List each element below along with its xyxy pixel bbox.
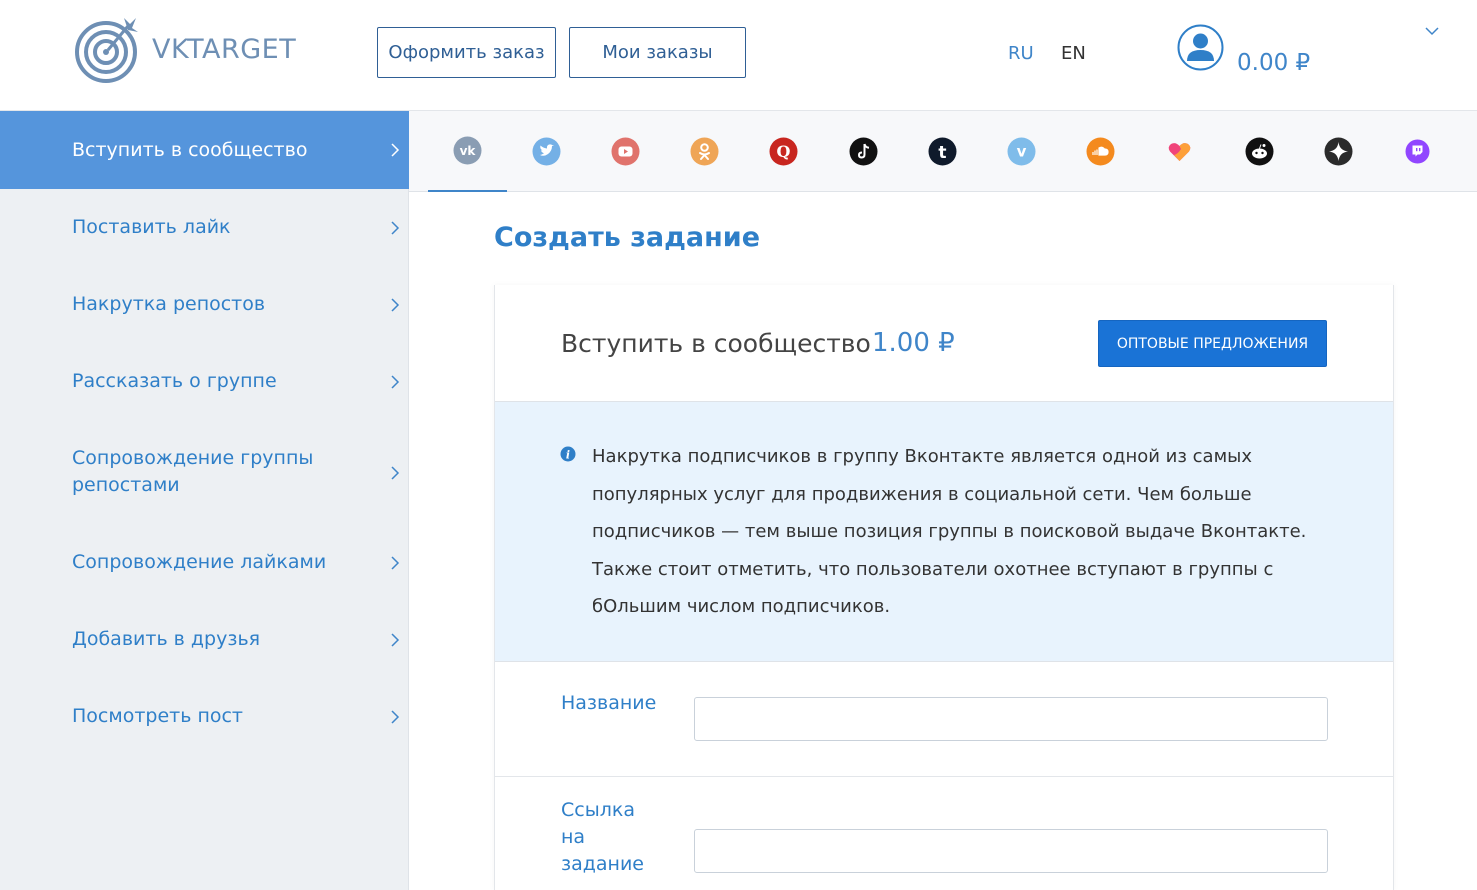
svg-text:t: t	[938, 143, 946, 163]
task-link-input[interactable]	[694, 829, 1328, 873]
twitch-icon	[1405, 139, 1430, 164]
svg-text:vk: vk	[460, 144, 477, 158]
tab-twitch[interactable]	[1378, 111, 1457, 192]
soundcloud-icon	[1086, 137, 1115, 166]
tab-tiktok[interactable]	[824, 111, 903, 192]
chevron-down-icon[interactable]	[1425, 26, 1439, 36]
sidebar-item-join-community[interactable]: Вступить в сообщество	[0, 111, 409, 189]
sidebar: Вступить в сообщество Поставить лайк Нак…	[0, 111, 409, 890]
create-task-card: Вступить в сообщество 1.00 ₽ ОПТОВЫЕ ПРЕ…	[494, 285, 1394, 890]
header: VKTARGET Оформить заказ Мои заказы RU EN…	[0, 0, 1477, 111]
vimeo-icon: v	[1007, 137, 1036, 166]
chevron-right-icon	[391, 556, 400, 570]
tab-twitter[interactable]	[507, 111, 586, 192]
sidebar-item-tell-about-group[interactable]: Рассказать о группе	[0, 343, 409, 420]
social-network-tabs: vk Q t v	[409, 111, 1477, 192]
service-price: 1.00 ₽	[872, 328, 955, 358]
zen-icon	[1324, 137, 1353, 166]
name-field-row: Название	[495, 662, 1393, 777]
tab-vimeo[interactable]: v	[982, 111, 1061, 192]
my-orders-button[interactable]: Мои заказы	[569, 27, 746, 78]
target-logo-icon	[75, 18, 138, 83]
tab-vk[interactable]: vk	[428, 111, 507, 192]
reddit-icon	[1245, 137, 1274, 166]
name-input[interactable]	[694, 697, 1328, 741]
balance-amount: 0.00 ₽	[1237, 50, 1311, 76]
svg-text:i: i	[566, 449, 570, 462]
chevron-right-icon	[391, 375, 400, 389]
info-box: i Накрутка подписчиков в группу Вконтакт…	[495, 402, 1393, 662]
info-icon: i	[560, 446, 576, 462]
sidebar-item-label: Накрутка репостов	[72, 293, 266, 315]
page-title: Создать задание	[494, 222, 761, 253]
odnoklassniki-icon	[690, 137, 719, 166]
tiktok-icon	[849, 137, 878, 166]
name-field-label: Название	[561, 692, 657, 714]
sidebar-item-label: Сопровождение группы репостами	[72, 447, 314, 496]
tab-zen[interactable]	[1299, 111, 1378, 192]
chevron-right-icon	[391, 466, 400, 480]
tab-youtube[interactable]	[586, 111, 665, 192]
link-field-row: Ссылка на задание	[495, 777, 1393, 890]
sidebar-item-likes-support[interactable]: Сопровождение лайками	[0, 524, 409, 601]
sidebar-item-label: Поставить лайк	[72, 216, 231, 238]
tab-reddit[interactable]	[1220, 111, 1299, 192]
logo[interactable]: VKTARGET	[74, 14, 296, 84]
link-field-label: Ссылка на задание	[561, 799, 644, 875]
chevron-right-icon	[391, 298, 400, 312]
service-header: Вступить в сообщество 1.00 ₽ ОПТОВЫЕ ПРЕ…	[495, 285, 1393, 402]
tab-soundcloud[interactable]	[1061, 111, 1140, 192]
sidebar-item-label: Добавить в друзья	[72, 628, 261, 650]
chevron-right-icon	[391, 221, 400, 235]
chevron-right-icon	[391, 633, 400, 647]
sidebar-item-label: Вступить в сообщество	[72, 139, 308, 161]
svg-text:v: v	[1017, 143, 1027, 161]
lang-ru-link[interactable]: RU	[1008, 43, 1034, 64]
info-text: Накрутка подписчиков в группу Вконтакте …	[592, 446, 1307, 617]
tumblr-icon: t	[928, 137, 957, 166]
sidebar-item-label: Сопровождение лайками	[72, 551, 327, 573]
likee-icon	[1168, 143, 1191, 161]
logo-text: VKTARGET	[152, 33, 297, 65]
tab-quora[interactable]: Q	[744, 111, 823, 192]
tab-odnoklassniki[interactable]	[665, 111, 744, 192]
user-avatar-icon[interactable]	[1177, 24, 1224, 71]
order-button[interactable]: Оформить заказ	[377, 27, 556, 78]
svg-text:Q: Q	[777, 142, 791, 161]
sidebar-item-group-reposts-support[interactable]: Сопровождение группы репостами	[0, 420, 409, 524]
tab-tumblr[interactable]: t	[903, 111, 982, 192]
sidebar-item-label: Посмотреть пост	[72, 705, 243, 727]
chevron-right-icon	[391, 143, 400, 157]
vk-icon: vk	[453, 136, 482, 165]
sidebar-item-add-friends[interactable]: Добавить в друзья	[0, 601, 409, 678]
sidebar-item-view-post[interactable]: Посмотреть пост	[0, 678, 409, 755]
youtube-icon	[611, 137, 640, 166]
twitter-icon	[532, 137, 561, 166]
chevron-right-icon	[391, 710, 400, 724]
sidebar-item-like[interactable]: Поставить лайк	[0, 189, 409, 266]
sidebar-item-reposts[interactable]: Накрутка репостов	[0, 266, 409, 343]
tab-likee[interactable]	[1140, 111, 1219, 192]
lang-en-link[interactable]: EN	[1061, 43, 1086, 64]
sidebar-item-label: Рассказать о группе	[72, 370, 277, 392]
quora-icon: Q	[769, 137, 798, 166]
service-name: Вступить в сообщество	[561, 329, 871, 358]
wholesale-offers-button[interactable]: ОПТОВЫЕ ПРЕДЛОЖЕНИЯ	[1098, 320, 1327, 367]
